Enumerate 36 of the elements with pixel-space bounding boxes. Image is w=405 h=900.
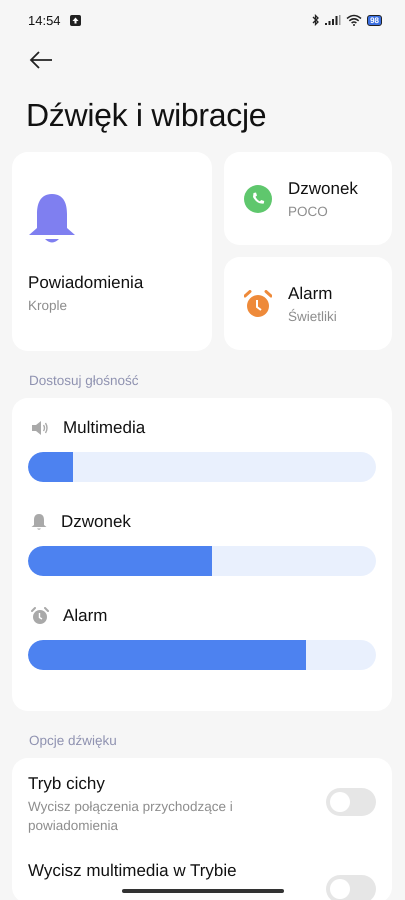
bluetooth-icon bbox=[312, 14, 320, 26]
battery-indicator: 98 bbox=[367, 14, 382, 26]
phone-icon bbox=[244, 184, 272, 212]
section-label: Opcje dźwięku bbox=[29, 733, 118, 748]
speaker-icon bbox=[31, 420, 49, 436]
volume-slider[interactable] bbox=[28, 640, 376, 670]
back-arrow-icon bbox=[29, 51, 53, 69]
sound-card[interactable]: Dzwonek POCO bbox=[224, 152, 392, 245]
card-subtitle: Świetliki bbox=[288, 308, 337, 324]
back-button[interactable] bbox=[27, 49, 55, 71]
volume-label: Alarm bbox=[63, 606, 108, 626]
section-label: Dostosuj głośność bbox=[29, 373, 140, 388]
card-title: Dzwonek bbox=[288, 178, 358, 198]
option-title: Tryb cichy bbox=[28, 774, 106, 794]
option-title: Wycisz multimedia w Trybie bbox=[28, 861, 238, 881]
page-title: Dźwięk i wibracje bbox=[26, 97, 268, 134]
bell-icon bbox=[31, 513, 47, 531]
signal-icon bbox=[325, 15, 342, 25]
upload-icon bbox=[70, 14, 81, 26]
sound-card[interactable]: Alarm Świetliki bbox=[224, 257, 392, 350]
alarm-clock-icon bbox=[244, 290, 272, 318]
card-title: Powiadomienia bbox=[28, 273, 144, 293]
volume-slider[interactable] bbox=[28, 546, 376, 576]
toggle-switch[interactable] bbox=[326, 875, 376, 900]
volume-label: Dzwonek bbox=[61, 512, 131, 532]
notification-sound-card[interactable]: Powiadomienia Krople bbox=[12, 152, 212, 351]
option-description: Wycisz połączenia przychodzące i powiadomienia bbox=[28, 798, 234, 835]
wifi-icon bbox=[346, 14, 362, 26]
status-time: 14:54 bbox=[28, 12, 61, 28]
volume-slider[interactable] bbox=[28, 452, 376, 482]
volume-label: Multimedia bbox=[63, 418, 146, 438]
card-subtitle: Krople bbox=[28, 298, 68, 313]
card-title: Alarm bbox=[288, 284, 334, 304]
card-subtitle: POCO bbox=[288, 204, 329, 218]
alarm-clock-icon bbox=[31, 607, 49, 625]
toggle-switch[interactable] bbox=[326, 788, 376, 816]
